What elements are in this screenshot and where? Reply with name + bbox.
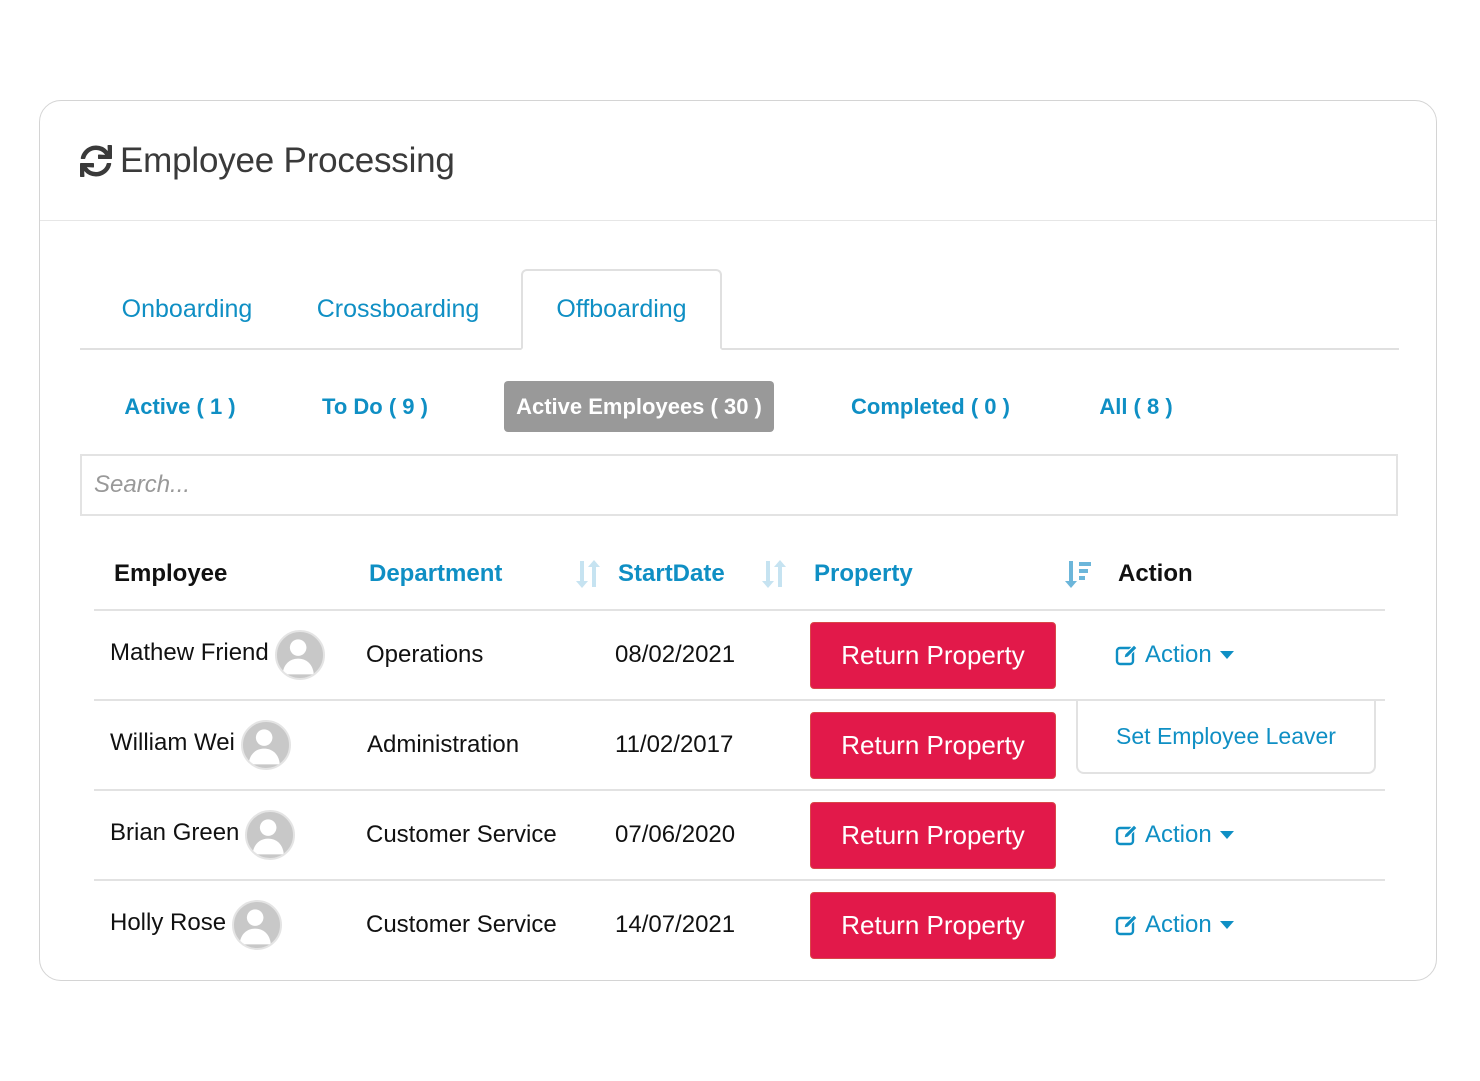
employee-name[interactable]: Brian Green xyxy=(110,819,239,847)
avatar xyxy=(232,900,283,950)
set-employee-leaver-menu-item[interactable]: Set Employee Leaver xyxy=(1116,723,1336,750)
subtab-all[interactable]: All ( 8 ) xyxy=(1096,381,1176,432)
caret-down-icon xyxy=(1219,831,1234,839)
employee-name[interactable]: Mathew Friend xyxy=(110,639,269,667)
department-cell: Operations xyxy=(366,641,484,668)
column-header-startdate[interactable]: StartDate xyxy=(618,539,725,609)
edit-icon xyxy=(1115,913,1139,937)
card-header: Employee Processing xyxy=(40,101,1436,221)
return-property-button[interactable]: Return Property xyxy=(810,622,1056,689)
table-row: Mathew Friend Operations 08/02/2021 Retu… xyxy=(94,611,1385,701)
edit-icon xyxy=(1115,643,1139,667)
avatar xyxy=(274,630,325,680)
action-label: Action xyxy=(1145,641,1212,668)
employee-cell: Mathew Friend xyxy=(110,611,325,699)
department-cell: Administration xyxy=(367,731,520,758)
action-dropdown-toggle[interactable]: Action xyxy=(1115,611,1234,699)
subtab-active[interactable]: Active ( 1 ) xyxy=(120,381,240,432)
column-header-property[interactable]: Property xyxy=(814,539,913,609)
employee-name[interactable]: Holly Rose xyxy=(110,909,226,937)
start-date-cell: 07/06/2020 xyxy=(615,821,736,848)
action-dropdown-toggle[interactable]: Action xyxy=(1115,881,1234,969)
column-header-action: Action xyxy=(1118,560,1193,587)
table-row: Holly Rose Customer Service 14/07/2021 R… xyxy=(94,881,1385,971)
department-cell: Customer Service xyxy=(366,821,557,848)
return-property-button[interactable]: Return Property xyxy=(810,712,1056,779)
refresh-icon[interactable] xyxy=(80,144,112,177)
sort-icon-startdate[interactable] xyxy=(760,559,788,589)
table-row: Brian Green Customer Service 07/06/2020 … xyxy=(94,791,1385,881)
return-property-button[interactable]: Return Property xyxy=(810,802,1056,869)
start-date-cell: 11/02/2017 xyxy=(615,731,734,758)
table-header: Employee Department StartDate Property A… xyxy=(94,539,1385,611)
employee-processing-card: Employee Processing Onboarding Crossboar… xyxy=(39,100,1437,981)
subtab-to-do[interactable]: To Do ( 9 ) xyxy=(320,381,430,432)
employee-cell: Holly Rose xyxy=(110,881,283,969)
department-cell: Customer Service xyxy=(366,911,557,938)
page-title: Employee Processing xyxy=(120,140,455,180)
caret-down-icon xyxy=(1219,921,1234,929)
tab-crossboarding[interactable]: Crossboarding xyxy=(298,269,498,350)
return-property-button[interactable]: Return Property xyxy=(810,892,1056,959)
sort-icon-department[interactable] xyxy=(574,559,602,589)
subtab-completed[interactable]: Completed ( 0 ) xyxy=(848,381,1013,432)
sort-descending-icon[interactable] xyxy=(1064,559,1092,589)
action-dropdown-toggle[interactable]: Action xyxy=(1115,791,1234,879)
search-input[interactable] xyxy=(80,454,1398,516)
start-date-cell: 08/02/2021 xyxy=(615,641,736,668)
table-body: Mathew Friend Operations 08/02/2021 Retu… xyxy=(94,611,1385,971)
action-dropdown-menu: Set Employee Leaver xyxy=(1076,701,1376,774)
column-header-department[interactable]: Department xyxy=(369,539,502,609)
action-label: Action xyxy=(1145,821,1212,848)
employee-cell: William Wei xyxy=(110,701,291,789)
edit-icon xyxy=(1115,823,1139,847)
action-label: Action xyxy=(1145,911,1212,938)
start-date-cell: 14/07/2021 xyxy=(615,911,736,938)
employee-name[interactable]: William Wei xyxy=(110,729,235,757)
avatar xyxy=(240,720,291,770)
caret-down-icon xyxy=(1219,651,1234,659)
status-filter-tabs: Active ( 1 ) To Do ( 9 ) Active Employee… xyxy=(80,381,1399,433)
avatar xyxy=(245,810,296,860)
column-header-employee: Employee xyxy=(114,560,228,587)
tab-offboarding[interactable]: Offboarding xyxy=(521,269,722,350)
main-tabs: Onboarding Crossboarding Offboarding xyxy=(80,269,1399,350)
tab-onboarding[interactable]: Onboarding xyxy=(92,269,282,350)
subtab-active-employees[interactable]: Active Employees ( 30 ) xyxy=(504,381,774,432)
employee-cell: Brian Green xyxy=(110,791,296,879)
